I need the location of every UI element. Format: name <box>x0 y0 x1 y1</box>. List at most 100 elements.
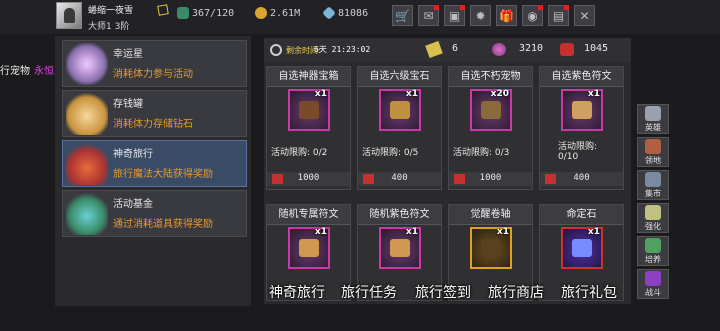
item-art <box>572 101 592 119</box>
card-title: 觉醒卷轴 <box>449 205 532 225</box>
activity-subtitle: 通过消耗道具获得奖励 <box>113 219 213 230</box>
shop-card[interactable]: 自选六级宝石 x1 活动限购: 0/5 400 <box>357 66 442 190</box>
card-title: 自选神器宝箱 <box>267 67 350 87</box>
item-quantity: x20 <box>490 89 509 99</box>
reward-item-icon[interactable]: x1 <box>288 227 330 269</box>
item-quantity: x1 <box>405 89 418 99</box>
sidebar-item[interactable]: 战斗 <box>637 269 669 299</box>
toolbar-button-1[interactable]: ✉ <box>418 5 439 26</box>
sidebar-item[interactable]: 集市 <box>637 170 669 200</box>
tab-1[interactable]: 旅行任务 <box>341 282 397 302</box>
toolbar-button-7[interactable]: ✕ <box>574 5 595 26</box>
toolbar-button-0[interactable]: 🛒 <box>392 5 413 26</box>
reward-item-icon[interactable]: x1 <box>379 89 421 131</box>
ruby-icon <box>560 43 574 56</box>
gold-value: 2.61M <box>270 8 301 19</box>
tab-2[interactable]: 旅行签到 <box>415 282 471 302</box>
shop-card[interactable]: 自选紫色符文 x1 活动限购: 0/10 400 <box>539 66 624 190</box>
reward-item-icon[interactable]: x1 <box>379 227 421 269</box>
chest-icon: ▣ <box>448 8 461 23</box>
battle-portal-icon <box>645 271 661 286</box>
activity-item[interactable]: 活动基金 通过消耗道具获得奖励 <box>62 190 247 237</box>
activity-item[interactable]: 存钱罐消耗体力存储钻石 <box>62 90 247 137</box>
settings-gear-icon: ✹ <box>475 8 486 23</box>
price-button[interactable]: 400 <box>540 172 623 186</box>
item-art <box>390 239 410 257</box>
purchase-limit: 活动限购: 0/10 <box>558 142 598 162</box>
price-button[interactable]: 400 <box>358 172 441 186</box>
sidebar-item[interactable]: 领地 <box>637 137 669 167</box>
game-screen: 蜷缩一夜雪 大师1 3阶 367/120 2.61M 81086 🛒 ✉ ▣ ✹ 🎁 ◉ ▤… <box>0 0 720 331</box>
purchase-limit: 活动限购: 0/2 <box>271 148 328 158</box>
reward-item-icon[interactable]: x1 <box>561 227 603 269</box>
gem-count: 3210 <box>519 43 544 54</box>
item-art <box>481 239 501 257</box>
ticket-icon <box>425 40 443 59</box>
close-x-icon: ✕ <box>579 8 590 23</box>
activity-item[interactable]: 幸运星消耗体力参与活动 <box>62 40 247 87</box>
timer-value: 6天 21:23:02 <box>314 45 371 54</box>
sidebar-item[interactable]: 强化 <box>637 203 669 233</box>
lucky-star-icon <box>66 43 108 85</box>
edit-name-icon[interactable] <box>157 4 169 16</box>
stray-text-white: 行宠物 <box>0 66 30 77</box>
sidebar-item[interactable]: 英雄 <box>637 104 669 134</box>
tab-4[interactable]: 旅行礼包 <box>561 282 617 302</box>
sidebar-label: 强化 <box>645 222 661 231</box>
potion-icon <box>645 238 661 253</box>
activity-item[interactable]: 神奇旅行 旅行魔法大陆获得奖励 <box>62 140 247 187</box>
reward-item-icon[interactable]: x1 <box>561 89 603 131</box>
sidebar-label: 集市 <box>645 189 661 198</box>
activity-subtitle: 消耗体力存储钻石 <box>113 119 193 130</box>
card-title: 自选六级宝石 <box>358 67 441 87</box>
travel-backpack-icon <box>66 143 108 185</box>
toolbar-button-6[interactable]: ▤ <box>548 5 569 26</box>
card-title: 随机紫色符文 <box>358 205 441 225</box>
shop-cart-icon: 🛒 <box>395 8 410 23</box>
anvil-icon <box>645 205 661 220</box>
activity-title: 存钱罐 <box>113 99 143 110</box>
stamina-icon <box>177 7 189 19</box>
price-button[interactable]: 1000 <box>449 172 532 186</box>
activity-title: 幸运星 <box>113 49 143 60</box>
travel-shop-panel: 剩余时间: 6天 21:23:02 6 3210 1045 自选神器宝箱 x1 活动… <box>264 38 631 304</box>
item-quantity: x1 <box>496 227 509 237</box>
player-name: 蜷缩一夜雪 <box>88 6 134 16</box>
purchase-limit: 活动限购: 0/3 <box>453 148 510 158</box>
item-quantity: x1 <box>314 89 327 99</box>
toolbar-button-2[interactable]: ▣ <box>444 5 465 26</box>
shop-card[interactable]: 自选不朽宠物 x20 活动限购: 0/3 1000 <box>448 66 533 190</box>
price-value: 400 <box>573 173 590 183</box>
price-button[interactable]: 1000 <box>267 172 350 186</box>
market-stall-icon <box>645 172 661 187</box>
item-quantity: x1 <box>587 227 600 237</box>
fund-bag-icon <box>66 193 108 235</box>
toolbar-button-5[interactable]: ◉ <box>522 5 543 26</box>
reward-item-icon[interactable]: x1 <box>470 227 512 269</box>
timer-bar: 剩余时间: 6天 21:23:02 6 3210 1045 <box>264 38 631 62</box>
toolbar-button-3[interactable]: ✹ <box>470 5 491 26</box>
top-bar: 蜷缩一夜雪 大师1 3阶 367/120 2.61M 81086 🛒 ✉ ▣ ✹ 🎁 ◉ ▤… <box>0 0 720 34</box>
diamond-value: 81086 <box>338 8 369 19</box>
price-value: 400 <box>391 173 408 183</box>
price-value: 1000 <box>479 173 502 183</box>
hero-helmet-icon <box>645 106 661 121</box>
sidebar-label: 英雄 <box>645 123 661 132</box>
player-avatar[interactable] <box>56 2 82 29</box>
item-quantity: x1 <box>587 89 600 99</box>
tab-0[interactable]: 神奇旅行 <box>269 282 325 302</box>
reward-item-icon[interactable]: x20 <box>470 89 512 131</box>
shop-card[interactable]: 自选神器宝箱 x1 活动限购: 0/2 1000 <box>266 66 351 190</box>
reward-item-icon[interactable]: x1 <box>288 89 330 131</box>
sidebar-item[interactable]: 培养 <box>637 236 669 266</box>
card-title: 命定石 <box>540 205 623 225</box>
mail-icon: ✉ <box>423 8 434 23</box>
sidebar-label: 战斗 <box>645 288 661 297</box>
gold-coin-icon <box>255 7 267 19</box>
card-title: 自选不朽宠物 <box>449 67 532 87</box>
tab-3[interactable]: 旅行商店 <box>488 282 544 302</box>
activity-subtitle: 消耗体力参与活动 <box>113 69 193 80</box>
sidebar-label: 培养 <box>645 255 661 264</box>
toolbar-button-4[interactable]: 🎁 <box>496 5 517 26</box>
item-art <box>481 101 501 119</box>
